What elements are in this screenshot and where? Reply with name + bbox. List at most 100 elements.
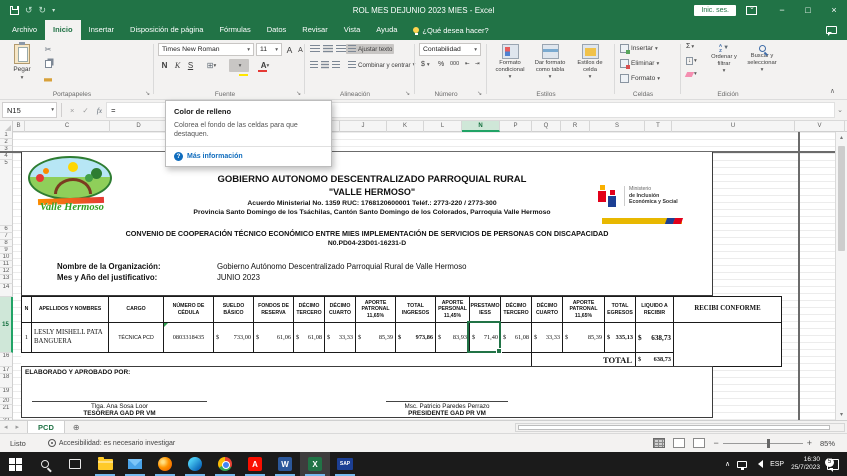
taskbar-file-explorer[interactable] <box>90 452 120 476</box>
accessibility-checker[interactable]: Accesibilidad: es necesario investigar <box>48 439 175 447</box>
select-all-corner[interactable] <box>0 121 13 132</box>
italic-button[interactable]: K <box>171 59 184 72</box>
align-top-icon[interactable] <box>310 45 320 53</box>
row-header[interactable]: 12 <box>0 268 13 275</box>
notification-icon[interactable]: 5 <box>827 459 839 470</box>
cell-aporte-patronal-ing[interactable]: $85,39 <box>356 323 396 353</box>
ribbon-tab[interactable]: Ayuda <box>368 20 405 40</box>
row-header[interactable]: 20 <box>0 398 13 405</box>
table-header-cell[interactable]: DÉCIMO CUARTO <box>532 297 563 323</box>
row-header[interactable]: 8 <box>0 240 13 247</box>
format-as-table-button[interactable]: Dar formato como tabla▾ <box>530 42 570 92</box>
cell-fondos[interactable]: $61,06 <box>254 323 294 353</box>
font-dialog-launcher[interactable]: ↘ <box>296 90 301 97</box>
conditional-formatting-button[interactable]: Formato condicional▾ <box>490 42 530 92</box>
font-color-button[interactable]: A ▾ <box>255 59 275 72</box>
column-header[interactable]: B <box>13 121 25 132</box>
align-left-icon[interactable] <box>310 61 318 69</box>
column-header[interactable]: S <box>590 121 645 132</box>
zoom-slider[interactable] <box>723 443 803 444</box>
table-header-cell[interactable]: FONDOS DE RESERVA <box>254 297 294 323</box>
taskbar-chrome[interactable] <box>210 452 240 476</box>
column-header[interactable]: N <box>462 121 500 132</box>
row-header[interactable]: 10 <box>0 254 13 261</box>
row-header[interactable]: 19 <box>0 388 13 398</box>
table-header-cell[interactable]: DÉCIMO CUARTO <box>325 297 356 323</box>
row-header[interactable]: 18 <box>0 374 13 388</box>
cell-decimo3-egr[interactable]: $61,08 <box>501 323 532 353</box>
font-name-combo[interactable]: Times New Roman▾ <box>158 43 254 56</box>
row-header[interactable]: 16 <box>0 353 13 367</box>
hscrollbar-thumb[interactable] <box>518 425 830 430</box>
row-header[interactable]: 9 <box>0 247 13 254</box>
borders-button[interactable]: ⊞▾ <box>205 59 218 72</box>
insert-function-icon[interactable]: fx <box>97 106 102 115</box>
total-label[interactable]: TOTAL <box>532 353 636 367</box>
row-header[interactable]: 5 <box>0 160 13 226</box>
row-header[interactable]: 4 <box>0 153 13 160</box>
taskbar-clock[interactable]: 16:30 25/7/2023 <box>791 456 820 473</box>
clipboard-dialog-launcher[interactable]: ↘ <box>145 90 150 97</box>
align-right-icon[interactable] <box>332 61 340 69</box>
sheet-prev-icon[interactable]: ◂ <box>0 423 12 431</box>
ribbon-tab[interactable]: Archivo <box>4 20 45 40</box>
cell-recibi-conforme[interactable] <box>674 323 782 367</box>
sheet-next-icon[interactable]: ▸ <box>12 423 24 431</box>
row-header[interactable]: 11 <box>0 261 13 268</box>
table-header-cell[interactable]: DÉCIMO TERCERO <box>294 297 325 323</box>
collapse-ribbon-icon[interactable]: ∧ <box>830 87 835 95</box>
table-header-cell[interactable]: LIQUIDO A RECIBIR <box>636 297 674 323</box>
sheet-tab-pcd[interactable]: PCD <box>27 421 65 434</box>
zoom-in-icon[interactable]: + <box>807 438 812 448</box>
cell-styles-button[interactable]: Estilos de celda▾ <box>570 42 610 92</box>
table-header-cell[interactable]: TOTAL INGRESOS <box>396 297 436 323</box>
ribbon-tab[interactable]: Datos <box>259 20 295 40</box>
minimize-button[interactable]: − <box>769 0 795 20</box>
cell-decimo4-ing[interactable]: $33,33 <box>325 323 356 353</box>
row-header[interactable]: 6 <box>0 226 13 233</box>
sort-filter-button[interactable]: AZ▼ Ordenar y filtrar▾ <box>706 42 742 92</box>
column-header[interactable]: T <box>645 121 672 132</box>
cell-cedula[interactable]: 0803318435 <box>164 323 214 353</box>
copy-icon[interactable] <box>42 58 54 69</box>
task-view-button[interactable] <box>60 452 90 476</box>
wrap-text-button[interactable]: Ajustar texto <box>346 44 394 54</box>
clear-button[interactable]: ▾ <box>686 71 697 77</box>
cell-sueldo[interactable]: $733,00 <box>214 323 254 353</box>
scrollbar-thumb[interactable] <box>838 146 845 251</box>
cancel-icon[interactable]: × <box>70 106 74 115</box>
ribbon-tab[interactable]: Revisar <box>294 20 335 40</box>
column-header[interactable]: P <box>500 121 532 132</box>
cell-liquido[interactable]: $638,73 <box>636 323 674 353</box>
horizontal-scrollbar[interactable] <box>515 423 845 432</box>
row-header[interactable]: 13 <box>0 275 13 284</box>
page-layout-view-button[interactable] <box>673 438 685 448</box>
table-header-cell[interactable]: APORTE PERSONAL 11,45% <box>436 297 470 323</box>
new-sheet-icon[interactable]: ⊕ <box>73 423 80 432</box>
find-select-button[interactable]: Buscar y seleccionar▾ <box>744 42 780 92</box>
column-header[interactable]: L <box>424 121 462 132</box>
align-middle-icon[interactable] <box>323 45 333 53</box>
language-indicator[interactable]: ESP <box>770 461 784 468</box>
table-header-cell[interactable]: N <box>22 297 32 323</box>
table-header-cell[interactable]: PRESTAMO IESS <box>470 297 501 323</box>
insert-cells-button[interactable]: Insertar▾ <box>620 44 658 53</box>
cell-num[interactable]: 1 <box>22 323 32 353</box>
decrease-decimal-icon[interactable]: ⇥ <box>473 60 482 68</box>
ribbon-tab[interactable]: Vista <box>336 20 369 40</box>
tell-me-search[interactable]: ¿Qué desea hacer? <box>405 20 496 40</box>
row-header[interactable]: 15 <box>0 297 13 353</box>
column-header[interactable]: J <box>340 121 387 132</box>
merge-center-button[interactable]: Combinar y centrar▾ <box>346 60 417 70</box>
taskbar-acrobat[interactable]: A <box>240 452 270 476</box>
fill-color-button[interactable]: ▾ <box>229 59 249 72</box>
format-cells-button[interactable]: Formato▾ <box>620 74 660 83</box>
table-header-cell[interactable]: APORTE PATRONAL 11,65% <box>356 297 396 323</box>
row-header[interactable]: 1 <box>0 132 13 139</box>
cell-aporte-patronal-egr[interactable]: $85,39 <box>563 323 605 353</box>
format-painter-icon[interactable] <box>42 72 54 83</box>
cell-cargo[interactable]: TÉCNICA PCD <box>109 323 164 353</box>
autosum-button[interactable]: Σ▾ <box>686 43 694 50</box>
cell-aporte-personal[interactable]: $83,93 <box>436 323 470 353</box>
number-dialog-launcher[interactable]: ↘ <box>477 90 482 97</box>
